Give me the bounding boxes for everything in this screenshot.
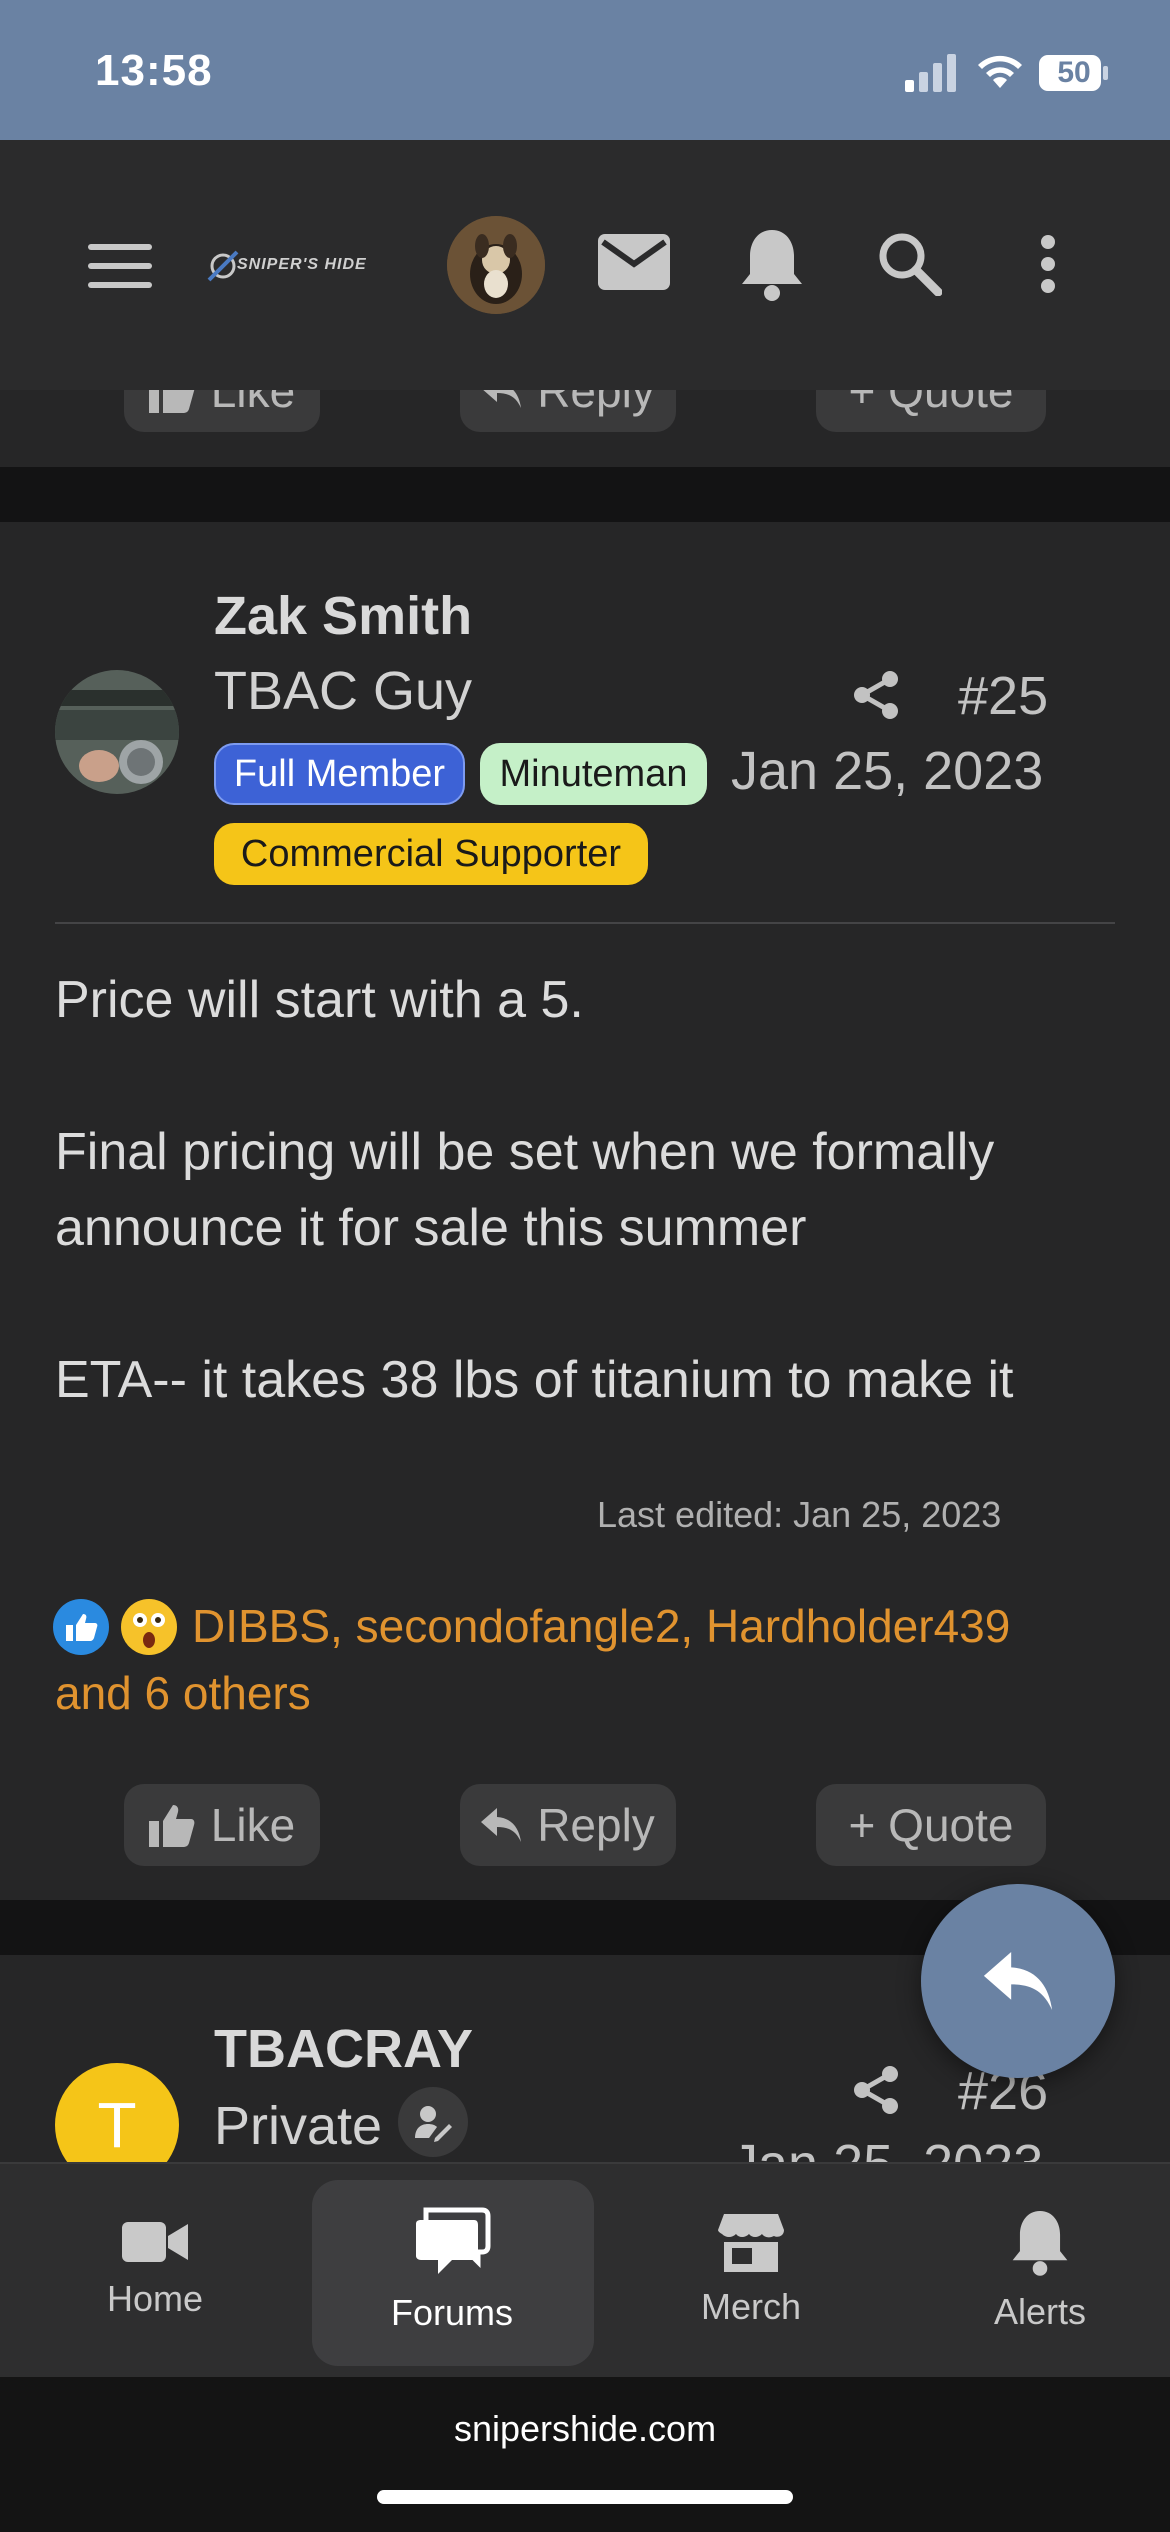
post-user-title: TBAC Guy (214, 661, 473, 721)
reply-label-prev: Reply (537, 390, 655, 417)
video-camera-icon (122, 2221, 188, 2262)
app-header: SNIPER'S HIDE (0, 140, 1170, 390)
url-label[interactable]: snipershide.com (0, 2408, 1170, 2450)
post26-user-title: Private (214, 2096, 383, 2156)
nav-item-merch[interactable]: Merch (651, 2162, 851, 2377)
like-button-prev[interactable]: Like (124, 390, 320, 432)
user-edit-badge (398, 2087, 468, 2157)
post-header-divider (55, 922, 1115, 924)
thumbs-up-icon (148, 1805, 195, 1847)
reply-button-prev[interactable]: Reply (460, 390, 676, 432)
reaction-others[interactable]: and 6 others (55, 1666, 311, 1720)
mail-icon[interactable] (598, 234, 670, 290)
logo-text: SNIPER'S HIDE (237, 256, 367, 273)
reply-button[interactable]: Reply (460, 1784, 676, 1866)
quote-button-prev[interactable]: + Quote (816, 390, 1046, 432)
storefront-icon (718, 2213, 784, 2272)
like-reaction-icon (53, 1599, 109, 1655)
nav-item-forums[interactable]: Forums (352, 2162, 552, 2377)
crosshair-logo-icon (207, 250, 239, 282)
post26-avatar[interactable]: T (55, 2063, 179, 2165)
post-separator (0, 467, 1170, 522)
bell-icon (1012, 2210, 1068, 2276)
like-button[interactable]: Like (124, 1784, 320, 1866)
post-body-line-1: Price will start with a 5. (55, 971, 584, 1029)
wifi-icon (978, 55, 1022, 88)
cellular-signal-icon (905, 54, 956, 92)
battery-icon: 50 (1038, 54, 1110, 92)
quote-label: + Quote (848, 1799, 1014, 1851)
nav-label-merch: Merch (700, 2285, 802, 2327)
battery-level: 50 (1057, 56, 1091, 89)
user-avatar[interactable] (447, 216, 545, 314)
browser-bar (0, 2377, 1170, 2532)
badge-minuteman: Minuteman (480, 743, 707, 805)
reaction-users[interactable]: DIBBS, secondofangle2, Hardholder439 (192, 1599, 1010, 1653)
last-edited: Last edited: Jan 25, 2023 (597, 1494, 1002, 1535)
quote-button[interactable]: + Quote (816, 1784, 1046, 1866)
quote-label-prev: + Quote (848, 390, 1014, 417)
bell-icon[interactable] (738, 226, 806, 302)
share-icon-post26[interactable] (852, 2065, 900, 2115)
post-username[interactable]: Zak Smith (214, 585, 472, 647)
post-date[interactable]: Jan 25, 2023 (731, 740, 1043, 802)
home-indicator[interactable] (377, 2490, 793, 2504)
post-number[interactable]: #25 (958, 665, 1048, 727)
reply-arrow-icon (483, 390, 522, 408)
post26-username[interactable]: TBACRAY (214, 2018, 473, 2080)
like-label-prev: Like (210, 390, 296, 417)
post26-date[interactable]: Jan 25, 2023 (731, 2133, 1043, 2165)
wow-reaction-icon (121, 1599, 177, 1655)
floating-reply-button[interactable] (921, 1884, 1115, 2078)
reply-arrow-icon (983, 1952, 1053, 2010)
reply-label: Reply (537, 1799, 655, 1851)
reply-arrow-icon (481, 1808, 522, 1842)
site-logo[interactable]: SNIPER'S HIDE (205, 248, 375, 284)
nav-item-home[interactable]: Home (55, 2162, 255, 2377)
nav-label-forums: Forums (390, 2291, 513, 2333)
nav-label-home: Home (106, 2277, 204, 2319)
previous-post-actions: Like Reply + Quote (0, 390, 1170, 440)
more-options-icon[interactable] (1038, 234, 1058, 294)
post-author-avatar[interactable] (55, 670, 179, 794)
like-label: Like (210, 1799, 296, 1851)
status-time: 13:58 (95, 46, 213, 95)
post-body-line-2: Final pricing will be set when we formal… (55, 1123, 995, 1257)
search-icon[interactable] (876, 230, 942, 296)
nav-label-alerts: Alerts (993, 2290, 1087, 2332)
badge-full-member: Full Member (214, 743, 465, 805)
nav-item-alerts[interactable]: Alerts (940, 2162, 1140, 2377)
share-icon[interactable] (852, 670, 900, 720)
user-pen-icon (415, 2106, 452, 2142)
chat-bubbles-icon (416, 2207, 491, 2274)
post-body-line-3: ETA-- it takes 38 lbs of titanium to mak… (55, 1351, 1014, 1409)
badge-commercial-supporter: Commercial Supporter (214, 823, 648, 885)
thumbs-up-icon (148, 390, 195, 413)
hamburger-menu-icon[interactable] (88, 242, 152, 290)
